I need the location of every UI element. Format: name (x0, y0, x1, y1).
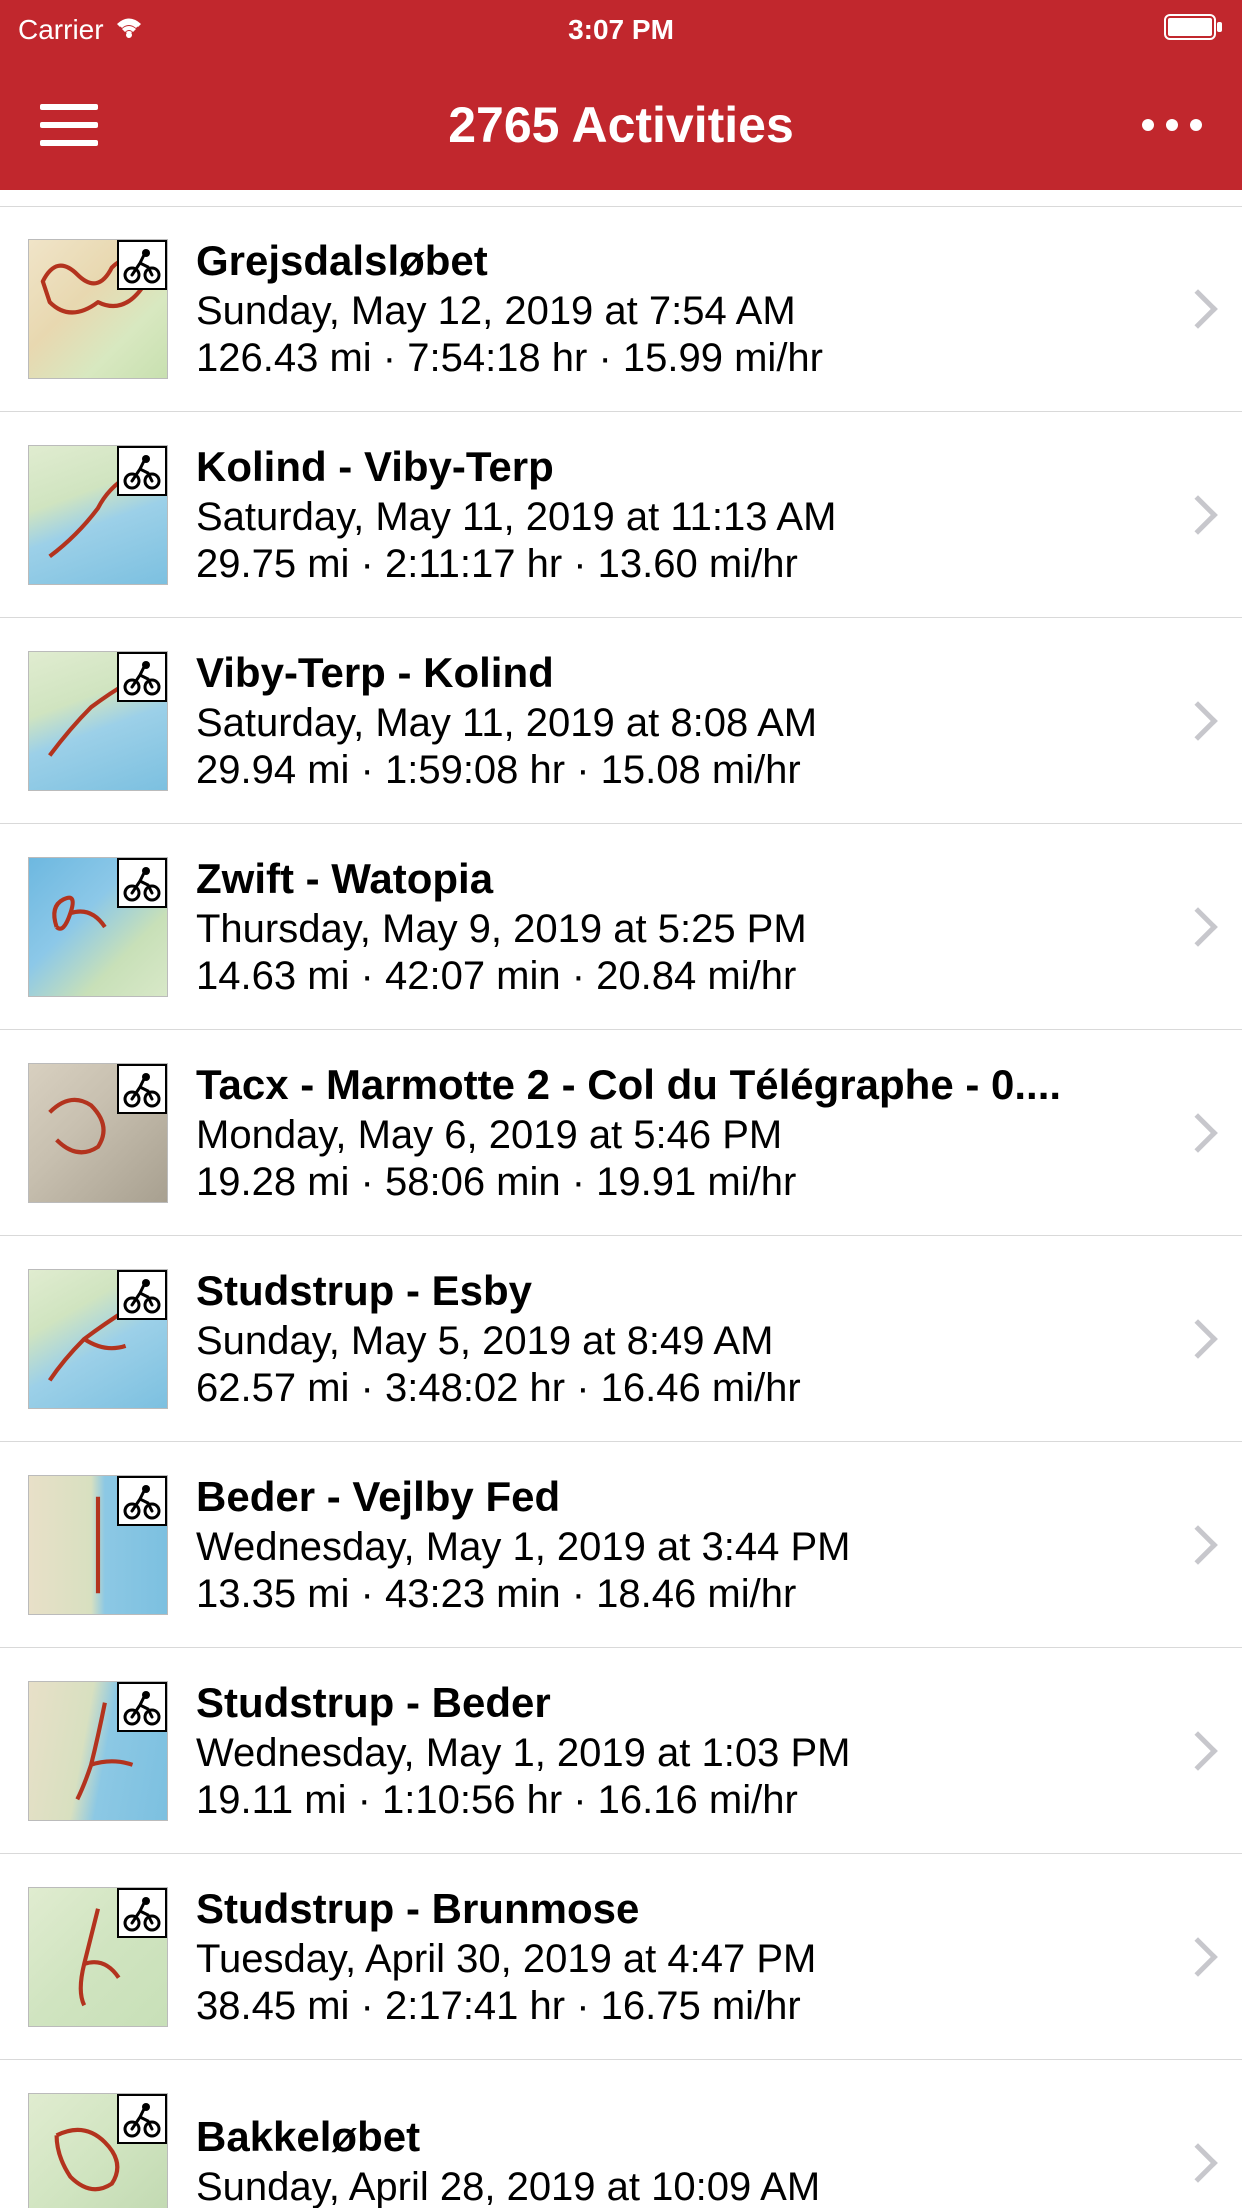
activity-stats: 38.45 mi · 2:17:41 hr · 16.75 mi/hr (196, 1984, 1172, 2029)
map-thumbnail (28, 1887, 168, 2027)
activity-title: Viby-Terp - Kolind (196, 649, 1172, 697)
activity-title: Studstrup - Esby (196, 1267, 1172, 1315)
cycling-icon (117, 1682, 167, 1732)
chevron-right-icon (1178, 1319, 1218, 1359)
activity-text: Studstrup - Brunmose Tuesday, April 30, … (196, 1885, 1172, 2029)
activity-row[interactable]: Tacx - Marmotte 2 - Col du Télégraphe - … (0, 1030, 1242, 1236)
activity-row[interactable]: Studstrup - Brunmose Tuesday, April 30, … (0, 1854, 1242, 2060)
chevron-right-icon (1178, 1525, 1218, 1565)
activity-title: Kolind - Viby-Terp (196, 443, 1172, 491)
activity-stats: 19.28 mi · 58:06 min · 19.91 mi/hr (196, 1160, 1172, 1205)
activity-date: Sunday, May 12, 2019 at 7:54 AM (196, 289, 1172, 334)
map-thumbnail (28, 1269, 168, 1409)
cycling-icon (117, 858, 167, 908)
map-thumbnail (28, 2093, 168, 2208)
chevron-right-icon (1178, 1113, 1218, 1153)
activity-row[interactable]: Studstrup - Esby Sunday, May 5, 2019 at … (0, 1236, 1242, 1442)
map-thumbnail (28, 445, 168, 585)
activity-date: Tuesday, April 30, 2019 at 4:47 PM (196, 1937, 1172, 1982)
cycling-icon (117, 2094, 167, 2144)
activity-text: Tacx - Marmotte 2 - Col du Télégraphe - … (196, 1061, 1172, 1205)
activity-text: Kolind - Viby-Terp Saturday, May 11, 201… (196, 443, 1172, 587)
activity-row[interactable]: Viby-Terp - Kolind Saturday, May 11, 201… (0, 618, 1242, 824)
chevron-right-icon (1178, 2143, 1218, 2183)
activity-stats: 13.35 mi · 43:23 min · 18.46 mi/hr (196, 1572, 1172, 1617)
chevron-right-icon (1178, 701, 1218, 741)
activity-date: Saturday, May 11, 2019 at 8:08 AM (196, 701, 1172, 746)
activity-row[interactable]: Kolind - Viby-Terp Saturday, May 11, 201… (0, 412, 1242, 618)
page-title: 2765 Activities (448, 96, 794, 154)
activity-date: Thursday, May 9, 2019 at 5:25 PM (196, 907, 1172, 952)
chevron-right-icon (1178, 907, 1218, 947)
menu-button[interactable] (40, 104, 98, 146)
cycling-icon (117, 1888, 167, 1938)
activity-text: Zwift - Watopia Thursday, May 9, 2019 at… (196, 855, 1172, 999)
cycling-icon (117, 240, 167, 290)
wifi-icon (114, 14, 144, 46)
activity-stats: 19.11 mi · 1:10:56 hr · 16.16 mi/hr (196, 1778, 1172, 1823)
cycling-icon (117, 446, 167, 496)
activity-text: Studstrup - Beder Wednesday, May 1, 2019… (196, 1679, 1172, 1823)
activity-title: Grejsdalsløbet (196, 237, 1172, 285)
activity-date: Wednesday, May 1, 2019 at 3:44 PM (196, 1525, 1172, 1570)
activity-date: Saturday, May 11, 2019 at 11:13 AM (196, 495, 1172, 540)
activity-text: Studstrup - Esby Sunday, May 5, 2019 at … (196, 1267, 1172, 1411)
activity-title: Beder - Vejlby Fed (196, 1473, 1172, 1521)
activity-row[interactable]: Studstrup - Beder Wednesday, May 1, 2019… (0, 1648, 1242, 1854)
activities-list[interactable]: Grejsdalsløbet Sunday, May 12, 2019 at 7… (0, 200, 1242, 2208)
carrier-label: Carrier (18, 14, 104, 46)
activity-stats: 29.75 mi · 2:11:17 hr · 13.60 mi/hr (196, 542, 1172, 587)
activity-row[interactable]: Zwift - Watopia Thursday, May 9, 2019 at… (0, 824, 1242, 1030)
cycling-icon (117, 652, 167, 702)
activity-row[interactable]: Grejsdalsløbet Sunday, May 12, 2019 at 7… (0, 206, 1242, 412)
chevron-right-icon (1178, 1731, 1218, 1771)
activity-text: Bakkeløbet Sunday, April 28, 2019 at 10:… (196, 2113, 1172, 2208)
cycling-icon (117, 1064, 167, 1114)
activity-text: Grejsdalsløbet Sunday, May 12, 2019 at 7… (196, 237, 1172, 381)
nav-bar: 2765 Activities (0, 60, 1242, 190)
activity-title: Zwift - Watopia (196, 855, 1172, 903)
activity-title: Bakkeløbet (196, 2113, 1172, 2161)
map-thumbnail (28, 239, 168, 379)
activity-text: Beder - Vejlby Fed Wednesday, May 1, 201… (196, 1473, 1172, 1617)
activity-stats: 29.94 mi · 1:59:08 hr · 15.08 mi/hr (196, 748, 1172, 793)
activity-title: Tacx - Marmotte 2 - Col du Télégraphe - … (196, 1061, 1172, 1109)
map-thumbnail (28, 1063, 168, 1203)
activity-date: Sunday, April 28, 2019 at 10:09 AM (196, 2165, 1172, 2208)
activity-row[interactable]: Bakkeløbet Sunday, April 28, 2019 at 10:… (0, 2060, 1242, 2208)
activity-date: Wednesday, May 1, 2019 at 1:03 PM (196, 1731, 1172, 1776)
map-thumbnail (28, 1681, 168, 1821)
activity-date: Monday, May 6, 2019 at 5:46 PM (196, 1113, 1172, 1158)
cycling-icon (117, 1476, 167, 1526)
chevron-right-icon (1178, 1937, 1218, 1977)
activity-title: Studstrup - Brunmose (196, 1885, 1172, 1933)
activity-stats: 14.63 mi · 42:07 min · 20.84 mi/hr (196, 954, 1172, 999)
activity-stats: 126.43 mi · 7:54:18 hr · 15.99 mi/hr (196, 336, 1172, 381)
more-button[interactable] (1142, 119, 1202, 131)
status-bar: Carrier 3:07 PM (0, 0, 1242, 60)
battery-icon (1164, 14, 1224, 47)
activity-row[interactable]: Beder - Vejlby Fed Wednesday, May 1, 201… (0, 1442, 1242, 1648)
clock-label: 3:07 PM (568, 14, 674, 46)
map-thumbnail (28, 1475, 168, 1615)
map-thumbnail (28, 857, 168, 997)
activity-title: Studstrup - Beder (196, 1679, 1172, 1727)
activity-text: Viby-Terp - Kolind Saturday, May 11, 201… (196, 649, 1172, 793)
chevron-right-icon (1178, 495, 1218, 535)
cycling-icon (117, 1270, 167, 1320)
map-thumbnail (28, 651, 168, 791)
activity-stats: 62.57 mi · 3:48:02 hr · 16.46 mi/hr (196, 1366, 1172, 1411)
activity-date: Sunday, May 5, 2019 at 8:49 AM (196, 1319, 1172, 1364)
chevron-right-icon (1178, 289, 1218, 329)
